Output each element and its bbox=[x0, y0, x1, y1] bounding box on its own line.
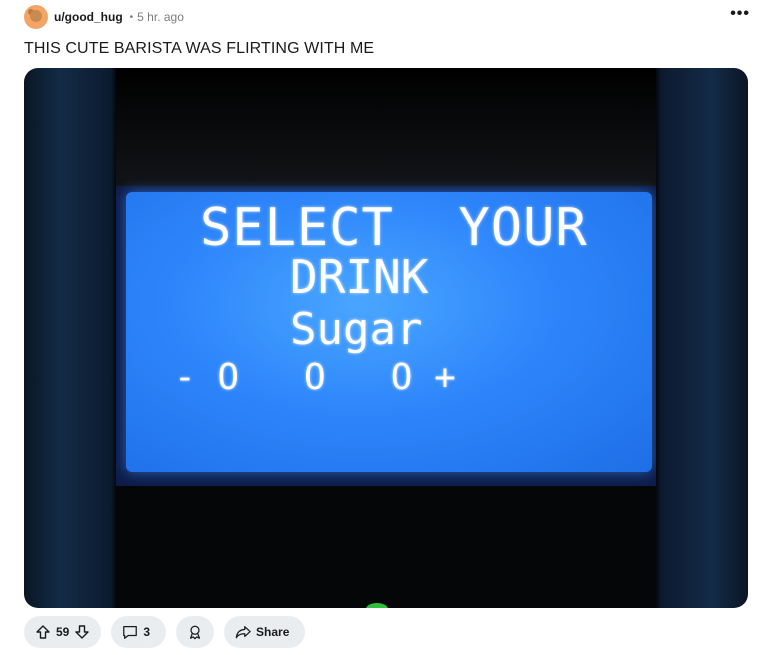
lcd-screen: SELECT YOUR DRINK Sugar - O O O + bbox=[126, 192, 652, 472]
share-label: Share bbox=[256, 625, 290, 639]
post-title[interactable]: THIS CUTE BARISTA WAS FLIRTING WITH ME bbox=[24, 40, 374, 58]
comment-icon bbox=[122, 624, 138, 640]
lcd-line-4: - O O O + bbox=[174, 357, 456, 398]
separator-dot: • bbox=[129, 11, 134, 23]
vote-pill: 59 bbox=[24, 616, 102, 648]
comments-count: 3 bbox=[143, 625, 151, 639]
lcd-line-2: DRINK bbox=[290, 250, 429, 304]
lcd-line-1: SELECT YOUR bbox=[200, 198, 588, 258]
green-led bbox=[366, 603, 388, 608]
post-time: 5 hr. ago bbox=[137, 10, 184, 24]
share-icon bbox=[235, 624, 251, 640]
username[interactable]: u/good_hug bbox=[54, 10, 123, 24]
lcd-photo: SELECT YOUR DRINK Sugar - O O O + bbox=[116, 68, 656, 608]
share-button[interactable]: Share bbox=[224, 616, 306, 648]
post-header: u/good_hug • 5 hr. ago ••• bbox=[24, 4, 750, 30]
photo-top bbox=[116, 68, 656, 186]
downvote-icon[interactable] bbox=[74, 624, 90, 640]
post-media[interactable]: SELECT YOUR DRINK Sugar - O O O + bbox=[24, 68, 748, 608]
avatar-face bbox=[30, 10, 42, 22]
lcd-line-3: Sugar bbox=[290, 304, 423, 355]
upvote-count: 59 bbox=[56, 625, 70, 639]
avatar[interactable] bbox=[24, 5, 48, 29]
award-icon bbox=[187, 624, 203, 640]
action-bar: 59 3 Share bbox=[24, 616, 306, 648]
upvote-icon[interactable] bbox=[35, 624, 51, 640]
award-button[interactable] bbox=[176, 616, 215, 648]
comments-button[interactable]: 3 bbox=[111, 616, 167, 648]
more-icon[interactable]: ••• bbox=[730, 6, 750, 22]
